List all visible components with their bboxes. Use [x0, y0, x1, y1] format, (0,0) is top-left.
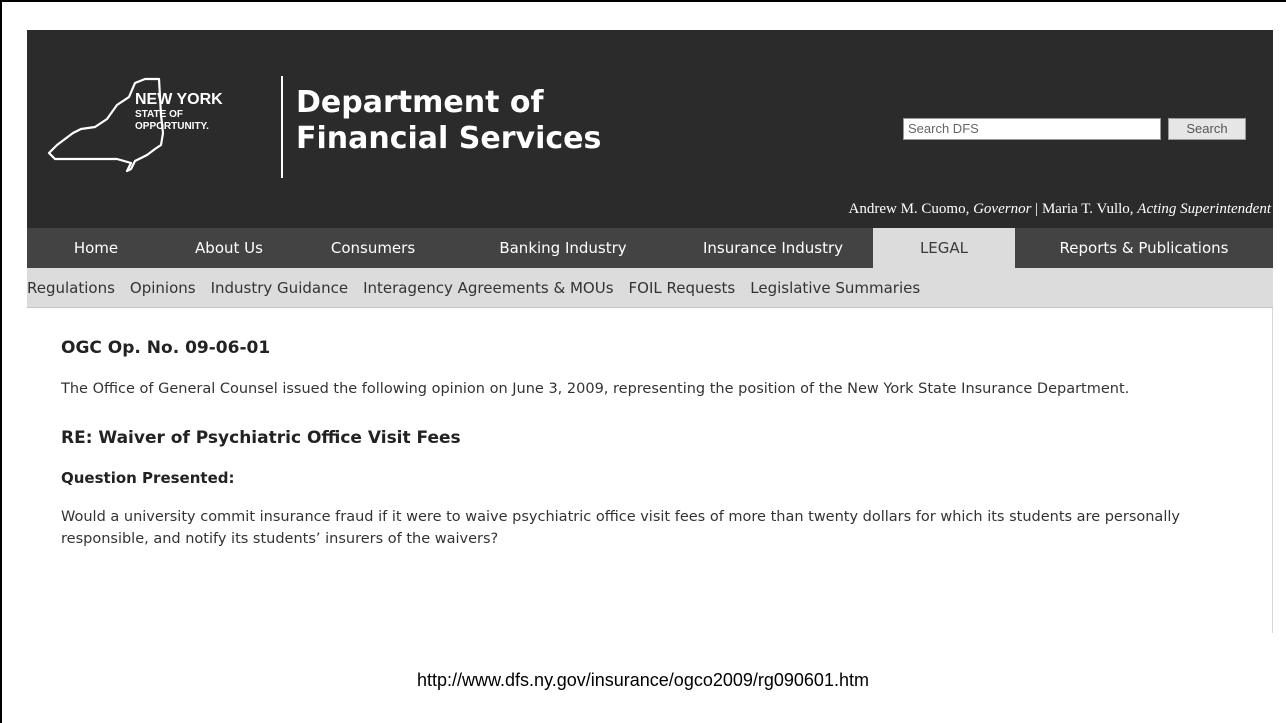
main-nav: Home About Us Consumers Banking Industry…	[27, 228, 1273, 268]
opinion-intro: The Office of General Counsel issued the…	[61, 381, 1130, 397]
subnav-item-legislative-summaries[interactable]: Legislative Summaries	[750, 279, 928, 297]
question-presented-text: Would a university commit insurance frau…	[61, 509, 1180, 547]
nav-item-home[interactable]: Home	[27, 228, 165, 268]
nav-item-reports-publications[interactable]: Reports & Publications	[1015, 228, 1273, 268]
subnav-item-foil-requests[interactable]: FOIL Requests	[629, 279, 744, 297]
department-title-line1: Department of	[296, 85, 544, 120]
governor-name: Andrew M. Cuomo,	[848, 201, 974, 217]
nav-item-legal[interactable]: LEGAL	[873, 228, 1015, 268]
opinion-number-heading: OGC Op. No. 09-06-01	[61, 338, 271, 358]
nav-item-insurance-industry[interactable]: Insurance Industry	[673, 228, 873, 268]
ny-logo-line2: STATE OF	[135, 109, 183, 120]
department-title-line2: Financial Services	[296, 121, 602, 156]
logo-divider	[281, 76, 283, 178]
ny-logo-line3: OPPORTUNITY.	[135, 121, 209, 132]
dfs-webpage: NEW YORK STATE OF OPPORTUNITY. Departmen…	[27, 30, 1273, 633]
opinion-content: OGC Op. No. 09-06-01 The Office of Gener…	[27, 308, 1273, 633]
ny-logo-text: NEW YORK STATE OF OPPORTUNITY.	[135, 92, 223, 132]
site-header: NEW YORK STATE OF OPPORTUNITY. Departmen…	[27, 30, 1273, 228]
opinion-subject-heading: RE: Waiver of Psychiatric Office Visit F…	[61, 428, 461, 448]
department-title[interactable]: Department of Financial Services	[296, 85, 601, 157]
superintendent-title: Acting Superintendent	[1137, 201, 1271, 217]
search-input[interactable]: Search DFS	[903, 118, 1161, 140]
ny-logo-line1: NEW YORK	[135, 91, 223, 108]
subnav-item-interagency-agreements[interactable]: Interagency Agreements & MOUs	[363, 279, 621, 297]
subnav-item-opinions[interactable]: Opinions	[130, 279, 204, 297]
nav-item-consumers[interactable]: Consumers	[293, 228, 453, 268]
governor-line: Andrew M. Cuomo, Governor | Maria T. Vul…	[849, 201, 1271, 218]
separator: |	[1031, 201, 1042, 217]
question-presented-heading: Question Presented:	[61, 469, 235, 487]
governor-title: Governor	[973, 201, 1032, 217]
superintendent-name: Maria T. Vullo,	[1041, 201, 1138, 217]
search-button[interactable]: Search	[1168, 118, 1246, 140]
source-url[interactable]: http://www.dfs.ny.gov/insurance/ogco2009…	[0, 670, 1286, 691]
subnav-item-regulations[interactable]: Regulations	[27, 279, 123, 297]
subnav-item-industry-guidance[interactable]: Industry Guidance	[211, 279, 356, 297]
legal-subnav: Regulations Opinions Industry Guidance I…	[27, 268, 1273, 308]
nav-item-about-us[interactable]: About Us	[165, 228, 293, 268]
nav-item-banking-industry[interactable]: Banking Industry	[453, 228, 673, 268]
